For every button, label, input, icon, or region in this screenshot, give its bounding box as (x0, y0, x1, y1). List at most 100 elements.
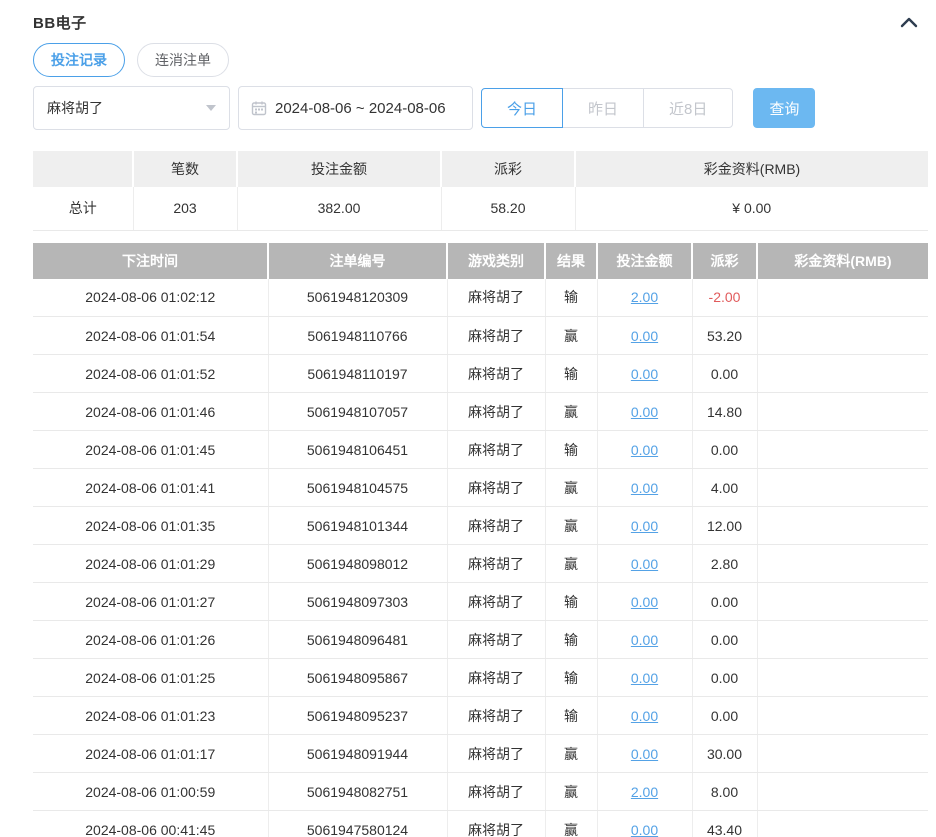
cell-bonus (757, 278, 928, 317)
cell-result: 赢 (545, 316, 598, 355)
table-row: 2024-08-06 01:01:45 5061948106451 麻将胡了 输… (33, 430, 928, 469)
cell-game-type: 麻将胡了 (447, 696, 546, 735)
cell-result: 输 (545, 354, 598, 393)
cell-order-number: 5061948120309 (268, 278, 448, 317)
cell-bonus (757, 430, 928, 469)
cell-payout: 0.00 (692, 582, 758, 621)
cell-bonus (757, 468, 928, 507)
bet-amount-link[interactable]: 0.00 (631, 746, 658, 762)
cell-bet-amount: 0.00 (597, 544, 693, 583)
cell-bet-amount: 0.00 (597, 506, 693, 545)
header-bonus: 彩金资料(RMB) (757, 242, 928, 279)
cell-bonus (757, 354, 928, 393)
cell-game-type: 麻将胡了 (447, 772, 546, 811)
tab-bet-records[interactable]: 投注记录 (33, 43, 125, 77)
collapse-button[interactable] (898, 14, 920, 30)
quick-date-group: 今日 昨日 近8日 (481, 88, 734, 128)
summary-header-row: 笔数 投注金额 派彩 彩金资料(RMB) (33, 151, 928, 187)
cell-game-type: 麻将胡了 (447, 658, 546, 697)
quick-date-yesterday[interactable]: 昨日 (562, 88, 645, 128)
cell-game-type: 麻将胡了 (447, 506, 546, 545)
bet-amount-link[interactable]: 0.00 (631, 366, 658, 382)
table-row: 2024-08-06 01:00:59 5061948082751 麻将胡了 赢… (33, 772, 928, 811)
cell-order-number: 5061948110197 (268, 354, 448, 393)
summary-total-label: 总计 (33, 187, 134, 231)
cell-game-type: 麻将胡了 (447, 316, 546, 355)
cell-payout: 12.00 (692, 506, 758, 545)
cell-bet-amount: 0.00 (597, 620, 693, 659)
cell-result: 输 (545, 620, 598, 659)
table-row: 2024-08-06 01:01:35 5061948101344 麻将胡了 赢… (33, 506, 928, 545)
bet-amount-link[interactable]: 0.00 (631, 670, 658, 686)
cell-bet-time: 2024-08-06 01:01:29 (33, 544, 269, 583)
cell-game-type: 麻将胡了 (447, 468, 546, 507)
summary-total-bet-amount: 382.00 (237, 187, 442, 231)
cell-game-type: 麻将胡了 (447, 354, 546, 393)
cell-bet-time: 2024-08-06 01:01:25 (33, 658, 269, 697)
table-row: 2024-08-06 01:01:23 5061948095237 麻将胡了 输… (33, 696, 928, 735)
summary-header-empty (33, 151, 134, 187)
bet-amount-link[interactable]: 2.00 (631, 784, 658, 800)
cell-payout: -2.00 (692, 278, 758, 317)
cell-result: 输 (545, 430, 598, 469)
summary-total-count: 203 (133, 187, 238, 231)
cell-game-type: 麻将胡了 (447, 278, 546, 317)
cell-bet-time: 2024-08-06 01:01:23 (33, 696, 269, 735)
table-row: 2024-08-06 01:01:29 5061948098012 麻将胡了 赢… (33, 544, 928, 583)
cell-game-type: 麻将胡了 (447, 620, 546, 659)
cell-bonus (757, 620, 928, 659)
bet-amount-link[interactable]: 0.00 (631, 328, 658, 344)
bet-amount-link[interactable]: 2.00 (631, 289, 658, 305)
cell-bet-time: 2024-08-06 01:01:45 (33, 430, 269, 469)
search-button[interactable]: 查询 (753, 88, 816, 128)
header-result: 结果 (545, 242, 598, 279)
date-range-picker[interactable]: 2024-08-06 ~ 2024-08-06 (238, 86, 473, 130)
cell-bet-time: 2024-08-06 01:02:12 (33, 278, 269, 317)
cell-bet-time: 2024-08-06 01:01:17 (33, 734, 269, 773)
cell-result: 输 (545, 582, 598, 621)
game-type-value: 麻将胡了 (47, 100, 103, 116)
bet-table-header-row: 下注时间 注单编号 游戏类别 结果 投注金额 派彩 彩金资料(RMB) (33, 242, 928, 279)
cell-payout: 43.40 (692, 810, 758, 837)
bet-amount-link[interactable]: 0.00 (631, 480, 658, 496)
table-row: 2024-08-06 01:01:27 5061948097303 麻将胡了 输… (33, 582, 928, 621)
cell-bet-amount: 0.00 (597, 734, 693, 773)
cell-order-number: 5061948107057 (268, 392, 448, 431)
bet-amount-link[interactable]: 0.00 (631, 594, 658, 610)
bet-amount-link[interactable]: 0.00 (631, 442, 658, 458)
bet-amount-link[interactable]: 0.00 (631, 404, 658, 420)
game-type-select[interactable]: 麻将胡了 (33, 86, 230, 130)
bet-amount-link[interactable]: 0.00 (631, 708, 658, 724)
chevron-up-icon (900, 16, 918, 28)
bet-amount-link[interactable]: 0.00 (631, 518, 658, 534)
cell-payout: 8.00 (692, 772, 758, 811)
table-row: 2024-08-06 01:01:17 5061948091944 麻将胡了 赢… (33, 734, 928, 773)
cell-order-number: 5061948095237 (268, 696, 448, 735)
table-row: 2024-08-06 01:01:41 5061948104575 麻将胡了 赢… (33, 468, 928, 507)
bet-amount-link[interactable]: 0.00 (631, 632, 658, 648)
cell-game-type: 麻将胡了 (447, 734, 546, 773)
filter-bar: 麻将胡了 2024-08-06 ~ 2024-08-06 今日 昨日 近8日 查… (33, 86, 936, 130)
cell-order-number: 5061948101344 (268, 506, 448, 545)
cell-bonus (757, 506, 928, 545)
cell-bet-amount: 0.00 (597, 392, 693, 431)
bet-amount-link[interactable]: 0.00 (631, 822, 658, 837)
table-row: 2024-08-06 01:01:25 5061948095867 麻将胡了 输… (33, 658, 928, 697)
tab-cancelled-orders[interactable]: 连消注单 (137, 43, 229, 77)
cell-order-number: 5061948098012 (268, 544, 448, 583)
summary-header-count: 笔数 (133, 151, 238, 187)
quick-date-last8days[interactable]: 近8日 (643, 88, 734, 128)
cell-game-type: 麻将胡了 (447, 810, 546, 837)
cell-bonus (757, 810, 928, 837)
table-row: 2024-08-06 01:01:54 5061948110766 麻将胡了 赢… (33, 316, 928, 355)
cell-order-number: 5061948091944 (268, 734, 448, 773)
bet-amount-link[interactable]: 0.00 (631, 556, 658, 572)
cell-bet-time: 2024-08-06 01:01:41 (33, 468, 269, 507)
cell-order-number: 5061948104575 (268, 468, 448, 507)
cell-order-number: 5061948110766 (268, 316, 448, 355)
cell-bet-time: 2024-08-06 01:01:26 (33, 620, 269, 659)
quick-date-today[interactable]: 今日 (481, 88, 564, 128)
cell-result: 输 (545, 696, 598, 735)
cell-bet-time: 2024-08-06 01:01:52 (33, 354, 269, 393)
cell-result: 赢 (545, 506, 598, 545)
